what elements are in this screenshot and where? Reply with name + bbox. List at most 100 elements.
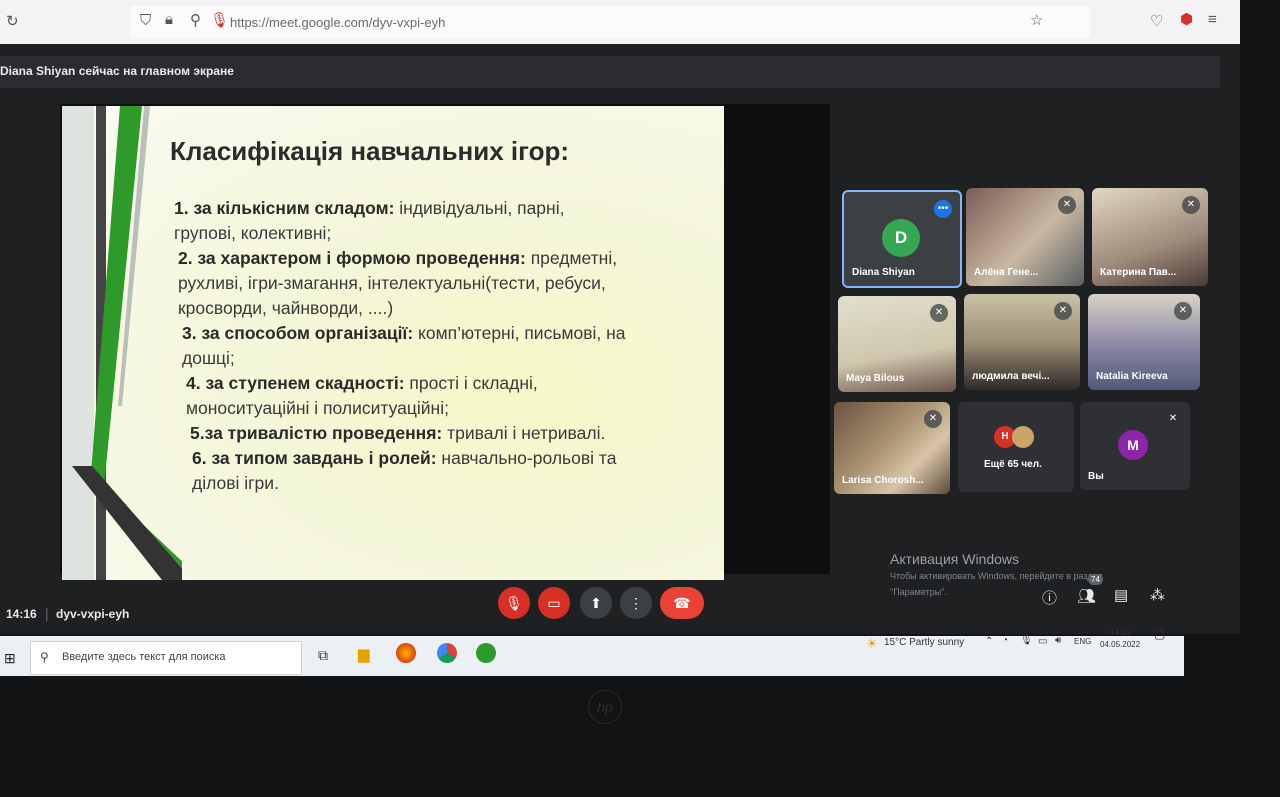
avatar: M	[1118, 430, 1148, 460]
slide-line: 1. за кількісним складом: індивідуальні,…	[174, 198, 564, 219]
slide-line-text: групові, колективні;	[174, 223, 332, 243]
leave-call-button[interactable]: ☎	[660, 587, 704, 619]
slide-line-text: індивідуальні, парні,	[394, 198, 565, 218]
mic-toggle-button[interactable]: 🎙︎	[498, 587, 530, 619]
hp-logo: hp	[588, 690, 622, 724]
slide-line: групові, колективні;	[174, 223, 331, 244]
slide-decoration	[62, 106, 182, 580]
file-explorer-icon[interactable]: ▆	[358, 645, 370, 663]
chat-icon[interactable]: ▤	[1114, 586, 1128, 604]
mic-muted-icon: ✕	[1054, 302, 1072, 320]
speaking-indicator-icon: •••	[934, 200, 952, 218]
presenting-notice-bar: Diana Shiyan сейчас на главном экране	[0, 56, 1220, 88]
slide-line: 5.за тривалістю проведення: тривалі і не…	[190, 423, 605, 444]
activities-icon[interactable]: ⁂	[1150, 586, 1165, 604]
slide-line: 4. за ступенем скадності: прості і склад…	[186, 373, 538, 394]
slide-line-heading: 4. за ступенем скадності:	[186, 373, 405, 393]
participant-tile[interactable]: ✕ людмила вечі...	[964, 294, 1080, 390]
volume-icon[interactable]: 🔊︎	[1055, 635, 1061, 646]
reload-icon[interactable]: ↻	[6, 12, 19, 30]
menu-icon[interactable]: ≡	[1208, 11, 1217, 28]
info-icon[interactable]: ⓘ	[1042, 587, 1057, 608]
slide-line-text: кросворди, чайнворди, ....)	[178, 298, 394, 318]
more-options-button[interactable]: ⋮	[620, 587, 652, 619]
mic-muted-icon: ✕	[1182, 196, 1200, 214]
slide-line-text: моноситуаційні і полиситуаційні;	[186, 398, 449, 418]
mic-tray-icon[interactable]: 🎙︎	[1020, 635, 1033, 646]
slide-line: дошці;	[182, 348, 235, 369]
star-icon[interactable]: ☆	[1030, 11, 1043, 29]
participant-tile[interactable]: ✕ Natalia Kireeva	[1088, 294, 1200, 390]
participant-tile[interactable]: ✕ Maya Bilous	[838, 296, 956, 392]
participant-tile[interactable]: ✕ Larisa Chorosh...	[834, 402, 950, 494]
avatar-photo	[1012, 426, 1034, 448]
slide-line-text: рухливі, ігри-змагання, інтелектуальні(т…	[178, 273, 606, 293]
slide-line-heading: 1. за кількісним складом:	[174, 198, 395, 218]
windows-start-icon[interactable]: ⊞	[4, 650, 16, 667]
participant-name: Катерина Пав...	[1100, 267, 1177, 278]
extension-icon[interactable]: ⬢	[1180, 10, 1193, 28]
people-icon[interactable]: 👥︎	[1077, 587, 1096, 605]
slide-line-text: комп’ютерні, письмові, на	[413, 323, 626, 343]
meeting-time: 14:16	[6, 607, 37, 621]
app-icon[interactable]	[476, 643, 496, 663]
permissions-icon[interactable]: ⚲	[190, 11, 201, 29]
meeting-code: dyv-vxpi-eyh	[56, 607, 130, 621]
slide-line: кросворди, чайнворди, ....)	[178, 298, 393, 319]
participant-name: Diana Shiyan	[852, 267, 915, 278]
mic-muted-icon: ✕	[924, 410, 942, 428]
taskbar-search-placeholder[interactable]: Введите здесь текст для поиска	[62, 651, 226, 663]
notifications-icon[interactable]: ▢	[1154, 627, 1165, 641]
participant-tile-presenter[interactable]: D ••• Diana Shiyan	[842, 190, 962, 288]
pocket-icon[interactable]: ♡	[1150, 12, 1163, 30]
lock-icon[interactable]: 🔒︎	[165, 11, 173, 28]
participant-name: людмила вечі...	[972, 371, 1050, 382]
more-vert-icon: ⋮	[629, 595, 643, 611]
chrome-icon[interactable]	[437, 643, 457, 663]
slide-line: ділові ігри.	[192, 473, 279, 494]
slide-line-text: предметні,	[525, 248, 618, 268]
slide-line-heading: 6. за типом завдань і ролей:	[192, 448, 437, 468]
task-view-icon[interactable]: ⧉	[318, 647, 328, 664]
participant-name: Natalia Kireeva	[1096, 371, 1168, 382]
slide-line: 3. за способом організації: комп’ютерні,…	[182, 323, 626, 344]
mic-off-icon: 🎙︎	[505, 595, 523, 611]
slide-line-text: дошці;	[182, 348, 235, 368]
participant-tile[interactable]: ✕ Алёна Гене...	[966, 188, 1084, 286]
present-button[interactable]: ⬆	[580, 587, 612, 619]
mic-muted-icon: ✕	[930, 304, 948, 322]
weather-icon: ☀	[866, 636, 878, 651]
tray-expand-icon[interactable]: ⌃	[985, 636, 993, 647]
slide-line: 2. за характером і формою проведення: пр…	[178, 248, 617, 269]
slide-title: Класифікація навчальних ігор:	[170, 136, 570, 166]
url-text[interactable]: https://meet.google.com/dyv-vxpi-eyh	[230, 15, 445, 30]
camera-toggle-button[interactable]: ▭	[538, 587, 570, 619]
slide-line-text: тривалі і нетривалі.	[442, 423, 606, 443]
participant-tile-more[interactable]: Н Ещё 65 чел.	[958, 402, 1074, 492]
camera-off-icon: ▭	[547, 595, 561, 611]
firefox-icon[interactable]	[396, 643, 416, 663]
mic-muted-icon: ✕	[1058, 196, 1076, 214]
network-icon[interactable]: ◔	[1002, 635, 1008, 646]
slide-line-heading: 5.за тривалістю проведення:	[190, 423, 443, 443]
participants-count-badge: 74	[1088, 574, 1103, 585]
presentation-slide: Класифікація навчальних ігор: 1. за кіль…	[62, 106, 724, 580]
slide-line-text: прості і складні,	[404, 373, 538, 393]
clock-time[interactable]: 14:16	[1110, 628, 1130, 637]
activation-line1: Чтобы активировать Windows, перейдите в …	[890, 571, 1103, 581]
participant-name: Вы	[1088, 471, 1104, 482]
participant-tile-self[interactable]: M ✕ Вы	[1080, 402, 1190, 490]
language-indicator[interactable]: ENG	[1074, 637, 1091, 646]
clock-date[interactable]: 04.05.2022	[1100, 640, 1140, 649]
separator: |	[45, 605, 49, 621]
present-screen-icon: ⬆	[590, 595, 602, 611]
mic-active-icon[interactable]: 🎙︎	[210, 11, 229, 29]
participant-name: Maya Bilous	[846, 373, 905, 384]
participant-tile[interactable]: ✕ Катерина Пав...	[1092, 188, 1208, 286]
avatar: D	[882, 219, 920, 257]
slide-line: рухливі, ігри-змагання, інтелектуальні(т…	[178, 273, 606, 294]
battery-icon[interactable]: ▭	[1038, 636, 1047, 647]
hang-up-icon: ☎	[673, 595, 691, 611]
weather-text[interactable]: 15°C Partly sunny	[884, 637, 964, 648]
shield-icon[interactable]: ⛉	[140, 12, 151, 29]
